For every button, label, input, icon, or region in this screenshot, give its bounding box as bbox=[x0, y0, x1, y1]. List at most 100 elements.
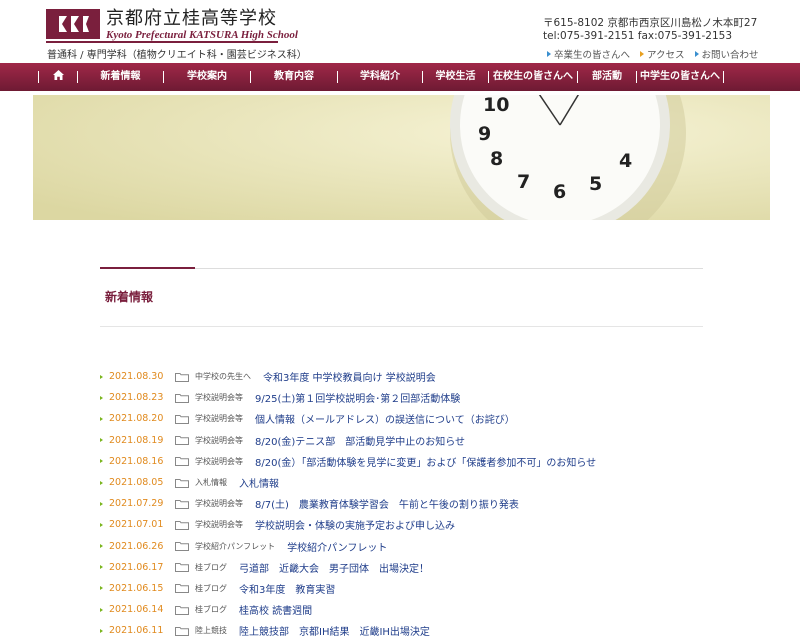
bullet-icon bbox=[100, 522, 103, 527]
triangle-bullet-icon bbox=[694, 51, 699, 57]
news-title-link[interactable]: 8/20(金）「部活動体験を見学に変更」および「保護者参加不可」のお知らせ bbox=[255, 454, 596, 469]
section-accent-rule bbox=[100, 267, 195, 269]
main-nav: 新着情報 学校案内 教育内容 学科紹介 学校生活 在校生の皆さんへ 部活動 中学… bbox=[0, 63, 800, 91]
folder-icon bbox=[175, 499, 189, 509]
bullet-icon bbox=[100, 480, 103, 485]
bullet-icon bbox=[100, 374, 103, 379]
nav-education[interactable]: 教育内容 bbox=[251, 70, 337, 84]
header-links: 卒業生の皆さんへ アクセス お問い合わせ bbox=[547, 47, 759, 61]
news-item[interactable]: 2021.08.19 学校説明会等 8/20(金)テニス部 部活動見学中止のお知らせ bbox=[100, 430, 720, 451]
hero-image: 10 9 8 7 6 5 4 bbox=[33, 95, 770, 220]
news-title-link[interactable]: 9/25(土)第１回学校説明会･第２回部活動体験 bbox=[255, 390, 460, 405]
nav-clubs[interactable]: 部活動 bbox=[578, 70, 636, 84]
news-category[interactable]: 桂ブログ bbox=[195, 583, 227, 594]
folder-icon bbox=[175, 436, 189, 446]
news-title-link[interactable]: 個人情報（メールアドレス）の誤送信について（お詫び） bbox=[255, 411, 515, 426]
nav-home[interactable] bbox=[39, 70, 77, 84]
news-title-link[interactable]: 令和3年度 中学校教員向け 学校説明会 bbox=[263, 369, 436, 384]
school-logo[interactable]: 京都府立桂高等学校 Kyoto Prefectural KATSURA High… bbox=[46, 9, 298, 41]
course-subtitle: 普通科 / 専門学科（植物クリエイト科・園芸ビジネス科） bbox=[47, 50, 307, 61]
alumni-link[interactable]: 卒業生の皆さんへ bbox=[547, 47, 630, 61]
phone-fax: tel:075-391-2151 fax:075-391-2153 bbox=[543, 30, 733, 42]
nav-about[interactable]: 学校案内 bbox=[164, 70, 250, 84]
news-date: 2021.08.16 bbox=[109, 455, 164, 467]
news-category[interactable]: 桂ブログ bbox=[195, 604, 227, 615]
nav-junior-high[interactable]: 中学生の皆さんへ bbox=[637, 70, 723, 84]
news-category[interactable]: 中学校の先生へ bbox=[195, 371, 251, 382]
folder-icon bbox=[175, 584, 189, 594]
folder-icon bbox=[175, 414, 189, 424]
news-title-link[interactable]: 8/7(土) 農業教育体験学習会 午前と午後の割り振り発表 bbox=[255, 496, 519, 511]
news-category[interactable]: 学校説明会等 bbox=[195, 519, 243, 530]
news-category[interactable]: 学校説明会等 bbox=[195, 413, 243, 424]
logo-underline bbox=[46, 41, 278, 43]
svg-text:7: 7 bbox=[517, 171, 530, 193]
news-item[interactable]: 2021.08.20 学校説明会等 個人情報（メールアドレス）の誤送信について（お詫… bbox=[100, 408, 720, 429]
news-title-link[interactable]: 学校説明会・体験の実施予定および申し込み bbox=[255, 517, 455, 532]
news-item[interactable]: 2021.08.05 入札情報 入札情報 bbox=[100, 472, 720, 493]
news-category[interactable]: 学校説明会等 bbox=[195, 435, 243, 446]
svg-text:10: 10 bbox=[483, 95, 509, 116]
news-title-link[interactable]: 学校紹介パンフレット bbox=[287, 539, 387, 554]
news-title-link[interactable]: 令和3年度 教育実習 bbox=[239, 581, 335, 596]
news-category[interactable]: 桂ブログ bbox=[195, 562, 227, 573]
nav-news[interactable]: 新着情報 bbox=[78, 70, 163, 84]
news-title-link[interactable]: 弓道部 近畿大会 男子団体 出場決定！ bbox=[239, 560, 429, 575]
svg-text:8: 8 bbox=[490, 148, 503, 170]
news-title-link[interactable]: 桂高校 読書週間 bbox=[239, 602, 312, 617]
news-list: 2021.08.30 中学校の先生へ 令和3年度 中学校教員向け 学校説明会 2021… bbox=[100, 366, 720, 641]
news-date: 2021.08.20 bbox=[109, 413, 164, 425]
folder-icon bbox=[175, 393, 189, 403]
news-item[interactable]: 2021.07.29 学校説明会等 8/7(土) 農業教育体験学習会 午前と午後の割… bbox=[100, 493, 720, 514]
nav-courses[interactable]: 学科紹介 bbox=[338, 70, 422, 84]
news-item[interactable]: 2021.07.01 学校説明会等 学校説明会・体験の実施予定および申し込み bbox=[100, 514, 720, 535]
bullet-icon bbox=[100, 628, 103, 633]
svg-text:9: 9 bbox=[478, 123, 491, 145]
svg-text:4: 4 bbox=[619, 150, 632, 172]
nav-current-students[interactable]: 在校生の皆さんへ bbox=[489, 70, 577, 84]
news-item[interactable]: 2021.06.15 桂ブログ 令和3年度 教育実習 bbox=[100, 578, 720, 599]
folder-icon bbox=[175, 626, 189, 636]
svg-text:5: 5 bbox=[589, 173, 602, 195]
bullet-icon bbox=[100, 416, 103, 421]
news-item[interactable]: 2021.06.11 陸上競技 陸上競技部 京都IH結果 近畿IH出場決定 bbox=[100, 620, 720, 641]
news-date: 2021.07.01 bbox=[109, 519, 164, 531]
news-date: 2021.07.29 bbox=[109, 498, 164, 510]
news-item[interactable]: 2021.06.17 桂ブログ 弓道部 近畿大会 男子団体 出場決定！ bbox=[100, 557, 720, 578]
school-emblem bbox=[46, 9, 100, 39]
triangle-bullet-icon bbox=[547, 51, 551, 57]
triangle-bullet-icon bbox=[640, 51, 645, 57]
bullet-icon bbox=[100, 459, 103, 464]
bullet-icon bbox=[100, 565, 103, 570]
news-title-link[interactable]: 陸上競技部 京都IH結果 近畿IH出場決定 bbox=[239, 623, 430, 638]
news-category[interactable]: 学校説明会等 bbox=[195, 456, 243, 467]
news-category[interactable]: 学校紹介パンフレット bbox=[195, 541, 275, 552]
news-item[interactable]: 2021.08.16 学校説明会等 8/20(金）「部活動体験を見学に変更」および「… bbox=[100, 451, 720, 472]
site-header: 京都府立桂高等学校 Kyoto Prefectural KATSURA High… bbox=[0, 0, 800, 62]
access-link[interactable]: アクセス bbox=[640, 47, 685, 61]
news-item[interactable]: 2021.08.23 学校説明会等 9/25(土)第１回学校説明会･第２回部活動体験 bbox=[100, 387, 720, 408]
nav-divider bbox=[723, 71, 724, 83]
bullet-icon bbox=[100, 544, 103, 549]
contact-link[interactable]: お問い合わせ bbox=[694, 47, 759, 61]
svg-text:6: 6 bbox=[553, 181, 566, 203]
folder-icon bbox=[175, 542, 189, 552]
news-title-link[interactable]: 入札情報 bbox=[239, 475, 279, 490]
news-item[interactable]: 2021.06.26 学校紹介パンフレット 学校紹介パンフレット bbox=[100, 536, 720, 557]
news-category[interactable]: 入札情報 bbox=[195, 477, 227, 488]
bullet-icon bbox=[100, 501, 103, 506]
news-category[interactable]: 学校説明会等 bbox=[195, 498, 243, 509]
news-category[interactable]: 陸上競技 bbox=[195, 625, 227, 636]
folder-icon bbox=[175, 478, 189, 488]
news-title-link[interactable]: 8/20(金)テニス部 部活動見学中止のお知らせ bbox=[255, 433, 465, 448]
news-date: 2021.06.14 bbox=[109, 604, 164, 616]
news-date: 2021.06.15 bbox=[109, 582, 164, 594]
folder-icon bbox=[175, 520, 189, 530]
news-date: 2021.08.23 bbox=[109, 392, 164, 404]
news-category[interactable]: 学校説明会等 bbox=[195, 392, 243, 403]
school-name-en: Kyoto Prefectural KATSURA High School bbox=[106, 29, 298, 41]
news-item[interactable]: 2021.06.14 桂ブログ 桂高校 読書週間 bbox=[100, 599, 720, 620]
news-item[interactable]: 2021.08.30 中学校の先生へ 令和3年度 中学校教員向け 学校説明会 bbox=[100, 366, 720, 387]
folder-icon bbox=[175, 563, 189, 573]
nav-school-life[interactable]: 学校生活 bbox=[423, 70, 488, 84]
